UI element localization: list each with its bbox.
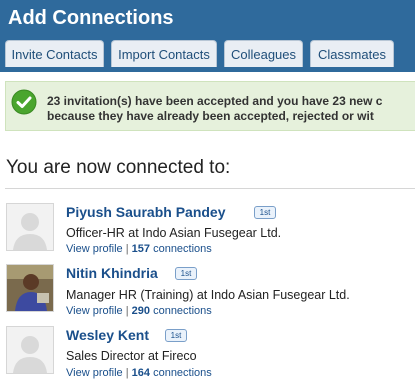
connections-count: 290 [131, 305, 151, 317]
link-separator: | [125, 367, 129, 379]
degree-badge: 1st [175, 267, 197, 280]
degree-badge: 1st [165, 329, 187, 342]
connection-name[interactable]: Wesley Kent [66, 327, 149, 343]
avatar-placeholder[interactable] [6, 203, 54, 251]
connections-label: connections [153, 305, 212, 317]
notice-line-1: 23 invitation(s) have been accepted and … [47, 94, 383, 108]
connections-count: 164 [131, 367, 151, 379]
view-profile-link[interactable]: View profile [66, 305, 123, 317]
tab-import-contacts[interactable]: Import Contacts [111, 40, 217, 67]
person-silhouette-icon [7, 327, 53, 373]
connection-links: View profile | 157 connections [66, 243, 212, 255]
connection-name[interactable]: Nitin Khindria [66, 265, 158, 281]
tab-invite-contacts[interactable]: Invite Contacts [5, 40, 104, 67]
view-profile-link[interactable]: View profile [66, 367, 123, 379]
connection-title: Officer-HR at Indo Asian Fusegear Ltd. [66, 226, 282, 240]
connection-title: Sales Director at Fireco [66, 349, 197, 363]
connections-count-link[interactable]: 290 connections [132, 305, 212, 317]
tab-classmates[interactable]: Classmates [310, 40, 394, 67]
section-title: You are now connected to: [6, 157, 231, 178]
avatar-photo[interactable] [6, 264, 54, 312]
connection-links: View profile | 290 connections [66, 305, 212, 317]
avatar-placeholder[interactable] [6, 326, 54, 374]
person-silhouette-icon [7, 204, 53, 250]
connections-label: connections [153, 367, 212, 379]
divider [5, 188, 415, 189]
connections-count-link[interactable]: 157 connections [132, 243, 212, 255]
connections-label: connections [153, 243, 212, 255]
profile-photo-icon [7, 265, 53, 311]
notice-message: 23 invitation(s) have been accepted and … [47, 94, 382, 124]
connection-links: View profile | 164 connections [66, 367, 212, 379]
link-separator: | [125, 243, 129, 255]
link-separator: | [125, 305, 129, 317]
connections-count-link[interactable]: 164 connections [132, 367, 212, 379]
view-profile-link[interactable]: View profile [66, 243, 123, 255]
page-title: Add Connections [8, 7, 174, 29]
connection-name[interactable]: Piyush Saurabh Pandey [66, 204, 226, 220]
degree-badge: 1st [254, 206, 276, 219]
checkmark-icon [11, 89, 37, 115]
connections-count: 157 [131, 243, 151, 255]
connection-title: Manager HR (Training) at Indo Asian Fuse… [66, 288, 350, 302]
tab-colleagues[interactable]: Colleagues [224, 40, 303, 67]
notice-line-2: because they have already been accepted,… [47, 109, 374, 123]
